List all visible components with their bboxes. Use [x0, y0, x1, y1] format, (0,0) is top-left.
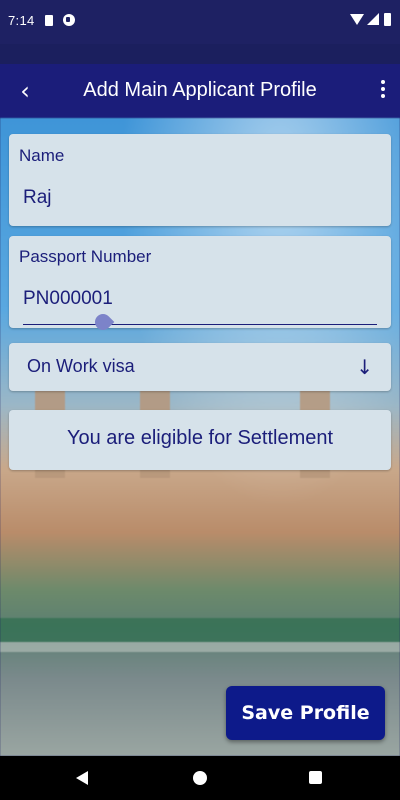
notification-icon	[63, 14, 75, 26]
app-bar: ‹ Add Main Applicant Profile	[0, 64, 400, 118]
eligibility-card: You are eligible for Settlement	[9, 410, 391, 470]
name-field-label: Name	[19, 146, 65, 165]
passport-input-underline	[23, 324, 377, 325]
name-input[interactable]: Raj	[23, 187, 52, 209]
name-field[interactable]: Name Raj	[9, 134, 391, 226]
visa-type-selected: On Work visa	[27, 356, 135, 376]
page-title: Add Main Applicant Profile	[83, 79, 317, 101]
passport-field-label: Passport Number	[19, 247, 152, 266]
more-vert-icon[interactable]	[380, 80, 386, 100]
arrow-down-icon: ↓	[356, 355, 373, 379]
back-arrow-icon[interactable]: ‹	[12, 76, 38, 106]
wifi-icon	[350, 14, 364, 25]
status-bar: 7:14	[0, 0, 400, 44]
visa-type-dropdown[interactable]: On Work visa ↓	[9, 343, 391, 391]
sd-card-icon	[45, 15, 53, 26]
eligibility-message: You are eligible for Settlement	[66, 427, 334, 449]
nav-recents-icon[interactable]	[309, 771, 322, 784]
passport-input[interactable]: PN000001	[23, 288, 113, 310]
save-profile-button[interactable]: Save Profile	[226, 686, 385, 740]
passport-field[interactable]: Passport Number PN000001	[9, 236, 391, 334]
nav-home-icon[interactable]	[193, 771, 207, 785]
nav-back-icon[interactable]	[76, 771, 88, 785]
status-time: 7:14	[8, 13, 35, 28]
signal-icon	[367, 13, 379, 25]
battery-icon	[384, 13, 391, 26]
navigation-bar	[0, 756, 400, 800]
